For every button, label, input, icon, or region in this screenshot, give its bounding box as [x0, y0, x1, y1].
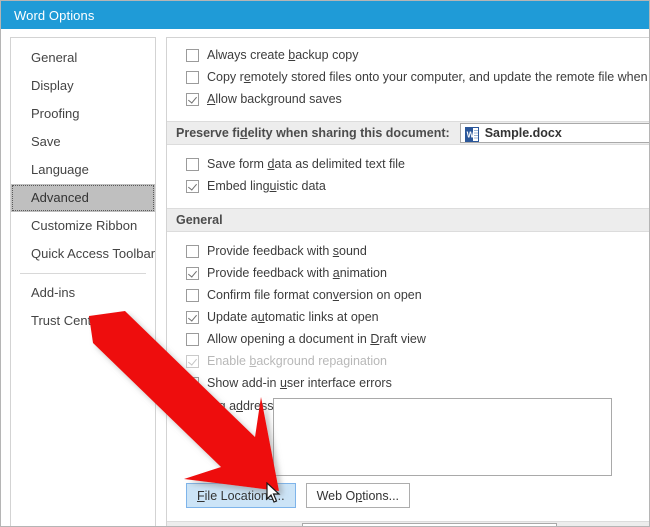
sidebar-item-label: Add-ins — [31, 285, 76, 300]
file-locations-button[interactable]: File Locations... — [186, 483, 296, 508]
checkbox-icon[interactable] — [186, 376, 199, 390]
sidebar-item-label: Display — [31, 78, 74, 93]
sidebar-item-display[interactable]: Display — [11, 72, 155, 100]
checkbox-icon[interactable] — [186, 48, 199, 62]
general-option-row-4[interactable]: Allow opening a document in Draft view — [167, 328, 649, 350]
word-document-icon: W — [464, 126, 479, 142]
sidebar-item-customize-ribbon[interactable]: Customize Ribbon — [11, 212, 155, 240]
sidebar-item-trust-center[interactable]: Trust Center — [11, 307, 155, 335]
option-label: Save form data as delimited text file — [207, 157, 406, 171]
checkbox-icon[interactable] — [186, 92, 199, 106]
option-label: Allow background saves — [207, 92, 342, 106]
general-option-row-1[interactable]: Provide feedback with animation — [167, 262, 649, 284]
option-label: Update automatic links at open — [207, 310, 379, 324]
sidebar-item-label: Proofing — [31, 106, 80, 121]
sidebar-separator — [20, 273, 146, 274]
checkbox-icon[interactable] — [186, 354, 199, 368]
option-label: Allow opening a document in Draft view — [207, 332, 426, 346]
checkbox-icon[interactable] — [186, 179, 199, 193]
general-section-label: General — [176, 213, 223, 227]
option-label: Copy remotely stored files onto your com… — [207, 70, 650, 84]
layout-options-file-combo[interactable]: W Sample.docx — [301, 521, 557, 526]
general-option-row-2[interactable]: Confirm file format conversion on open — [167, 284, 649, 306]
sidebar-item-quick-access-toolbar[interactable]: Quick Access Toolbar — [11, 240, 155, 268]
preserve-fidelity-file-combo[interactable]: W Sample.docx — [459, 123, 649, 143]
general-option-row-6[interactable]: Show add-in user interface errors — [167, 372, 649, 394]
general-option-row-3[interactable]: Update automatic links at open — [167, 306, 649, 328]
sidebar-item-save[interactable]: Save — [11, 128, 155, 156]
layout-options-header: Layout options for: W Sample.docx — [167, 521, 649, 526]
fidelity-option-row-0[interactable]: Save form data as delimited text file — [167, 153, 649, 175]
checkbox-icon[interactable] — [186, 266, 199, 280]
svg-text:W: W — [466, 130, 474, 139]
layout-options-file-name: Sample.docx — [327, 521, 404, 526]
sidebar-item-advanced[interactable]: Advanced — [11, 184, 155, 212]
sidebar-item-label: Language — [31, 162, 89, 177]
sidebar-item-label: Trust Center — [31, 313, 103, 328]
sidebar-item-proofing[interactable]: Proofing — [11, 100, 155, 128]
action-buttons-row: File Locations... Web Op tions... — [167, 483, 649, 508]
web-options-button[interactable]: Web Op tions... — [305, 483, 411, 508]
general-option-row-0[interactable]: Provide feedback with sound — [167, 240, 649, 262]
option-label: Provide feedback with sound — [207, 244, 367, 258]
fidelity-option-row-1[interactable]: Embed linguistic data — [167, 175, 649, 197]
checkbox-icon[interactable] — [186, 70, 199, 84]
options-content-panel: Always create backup copy Copy remotely s… — [166, 37, 650, 526]
layout-options-label: Layout options for: — [176, 521, 290, 526]
titlebar: Word Options — [1, 1, 649, 29]
sidebar-item-label: Quick Access Toolbar — [31, 246, 156, 261]
sidebar-item-general[interactable]: General — [11, 44, 155, 72]
window-title: Word Options — [14, 7, 95, 23]
checkbox-icon[interactable] — [186, 157, 199, 171]
general-section-header: General — [167, 208, 649, 232]
save-option-row-0[interactable]: Always create backup copy — [167, 44, 649, 66]
mailing-address-row: Mailing address: — [167, 398, 649, 476]
preserve-fidelity-file-name: Sample.docx — [484, 126, 562, 140]
checkbox-icon[interactable] — [186, 332, 199, 346]
option-label: Embed linguistic data — [207, 179, 326, 193]
checkbox-icon[interactable] — [186, 310, 199, 324]
mailing-address-input[interactable] — [273, 398, 612, 476]
sidebar-item-label: General — [31, 50, 78, 65]
fidelity-options-group: Save form data as delimited text file Emb… — [167, 153, 649, 197]
sidebar-item-add-ins[interactable]: Add-ins — [11, 279, 155, 307]
checkbox-icon[interactable] — [186, 244, 199, 258]
sidebar-item-label: Advanced — [31, 190, 89, 205]
save-option-row-1[interactable]: Copy remotely stored files onto your com… — [167, 66, 650, 88]
save-option-row-2[interactable]: Allow background saves — [167, 88, 649, 110]
option-label: Always create backup copy — [207, 48, 359, 62]
general-options-group: Provide feedback with sound Provide feedb… — [167, 240, 649, 394]
option-label: Provide feedback with animation — [207, 266, 387, 280]
sidebar-item-label: Save — [31, 134, 61, 149]
word-options-dialog: Word Options General Display Proofing Save L… — [0, 0, 650, 527]
checkbox-icon[interactable] — [186, 288, 199, 302]
sidebar-nav: General Display Proofing Save Language Advanc… — [10, 37, 156, 526]
option-label: Confirm file format conversion on open — [207, 288, 422, 302]
preserve-fidelity-header: Preserve fidelity when sharing this docu… — [167, 121, 649, 145]
sidebar-item-label: Customize Ribbon — [31, 218, 138, 233]
mailing-address-label: Mailing address: — [186, 399, 278, 413]
preserve-fidelity-label: Preserve fidelity when sharing this docu… — [176, 126, 450, 140]
save-options-group: Always create backup copy Copy remotely s… — [167, 44, 650, 110]
sidebar-item-language[interactable]: Language — [11, 156, 155, 184]
general-option-row-5[interactable]: Enable background repagination — [167, 350, 649, 372]
option-label: Enable background repagination — [207, 354, 388, 368]
option-label: Show add-in user interface errors — [207, 376, 392, 390]
